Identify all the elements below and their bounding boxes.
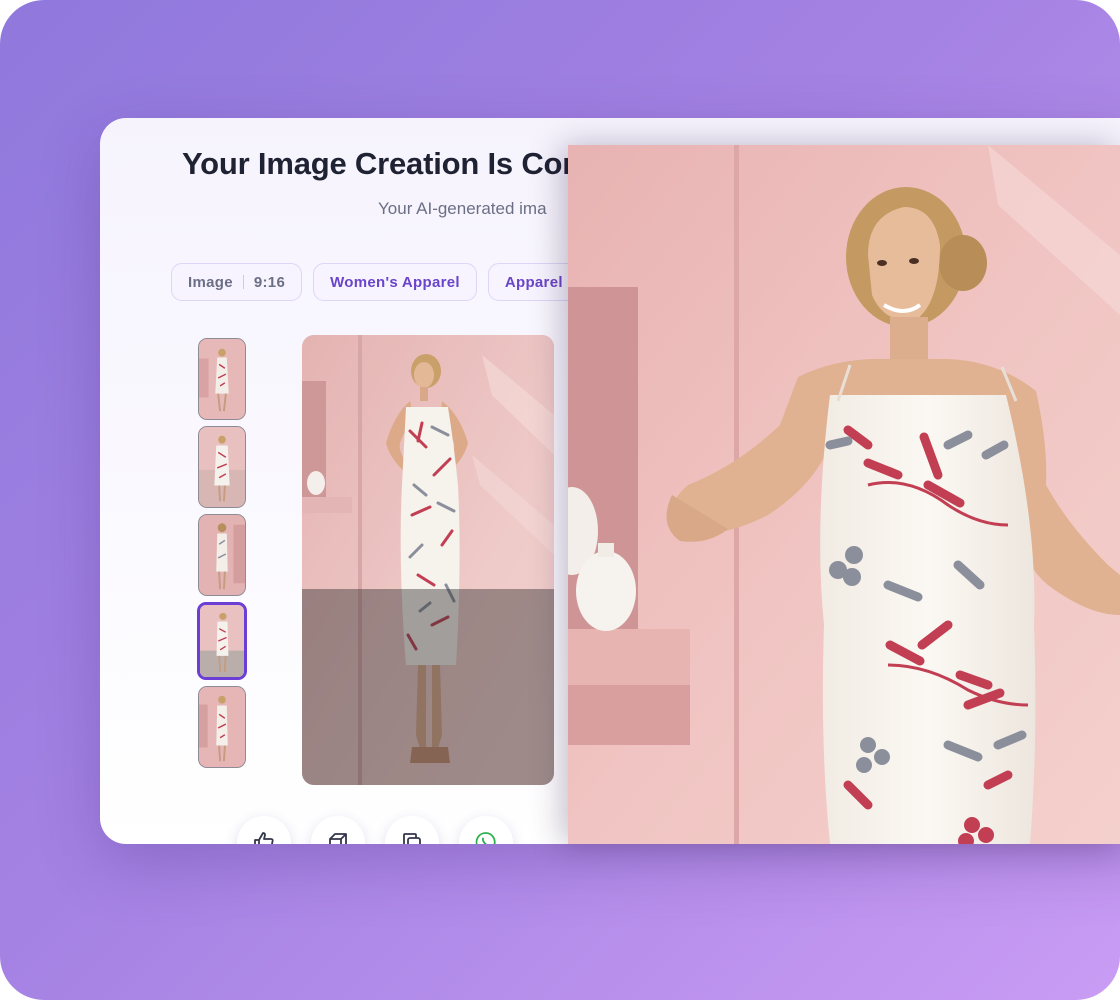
format-type-label: Image	[188, 273, 233, 291]
generated-image-preview[interactable]	[302, 335, 554, 785]
subcategory-chip[interactable]: Apparel	[487, 263, 580, 301]
action-buttons	[237, 816, 513, 844]
copy-button[interactable]	[385, 816, 439, 844]
page-title: Your Image Creation Is Cor	[182, 146, 575, 181]
thumbnail-image	[200, 605, 244, 677]
whatsapp-icon	[475, 832, 496, 844]
subcategory-label: Apparel	[504, 273, 563, 291]
thumbnail-2[interactable]	[198, 426, 246, 508]
thumbnail-image	[199, 687, 245, 767]
thumbnail-3[interactable]	[198, 514, 246, 596]
like-button[interactable]	[237, 816, 291, 844]
chip-divider	[242, 275, 244, 289]
tag-chips: Image 9:16 Women's Apparel Apparel	[171, 263, 580, 301]
gradient-backdrop: Your Image Creation Is Cor Your AI-gener…	[0, 0, 1120, 1000]
thumbnail-4-selected[interactable]	[197, 602, 247, 680]
category-chip[interactable]: Women's Apparel	[313, 263, 477, 301]
category-label: Women's Apparel	[330, 273, 460, 291]
thumbs-up-icon	[254, 832, 274, 844]
zoomed-model-photo	[568, 145, 1120, 844]
thumbnail-image	[199, 339, 245, 419]
share-whatsapp-button[interactable]	[459, 816, 513, 844]
format-chip[interactable]: Image 9:16	[171, 263, 303, 301]
thumbnail-1[interactable]	[198, 338, 246, 420]
model-photo	[302, 335, 554, 785]
copy-icon	[403, 833, 421, 844]
page-subtitle: Your AI-generated ima	[378, 199, 547, 218]
eraser-icon	[329, 833, 347, 844]
erase-button[interactable]	[311, 816, 365, 844]
thumbnail-5[interactable]	[198, 686, 246, 768]
thumbnail-image	[199, 427, 245, 507]
aspect-ratio-label: 9:16	[253, 273, 286, 291]
thumbnail-image	[199, 515, 245, 595]
zoomed-image-overlay	[568, 145, 1120, 844]
